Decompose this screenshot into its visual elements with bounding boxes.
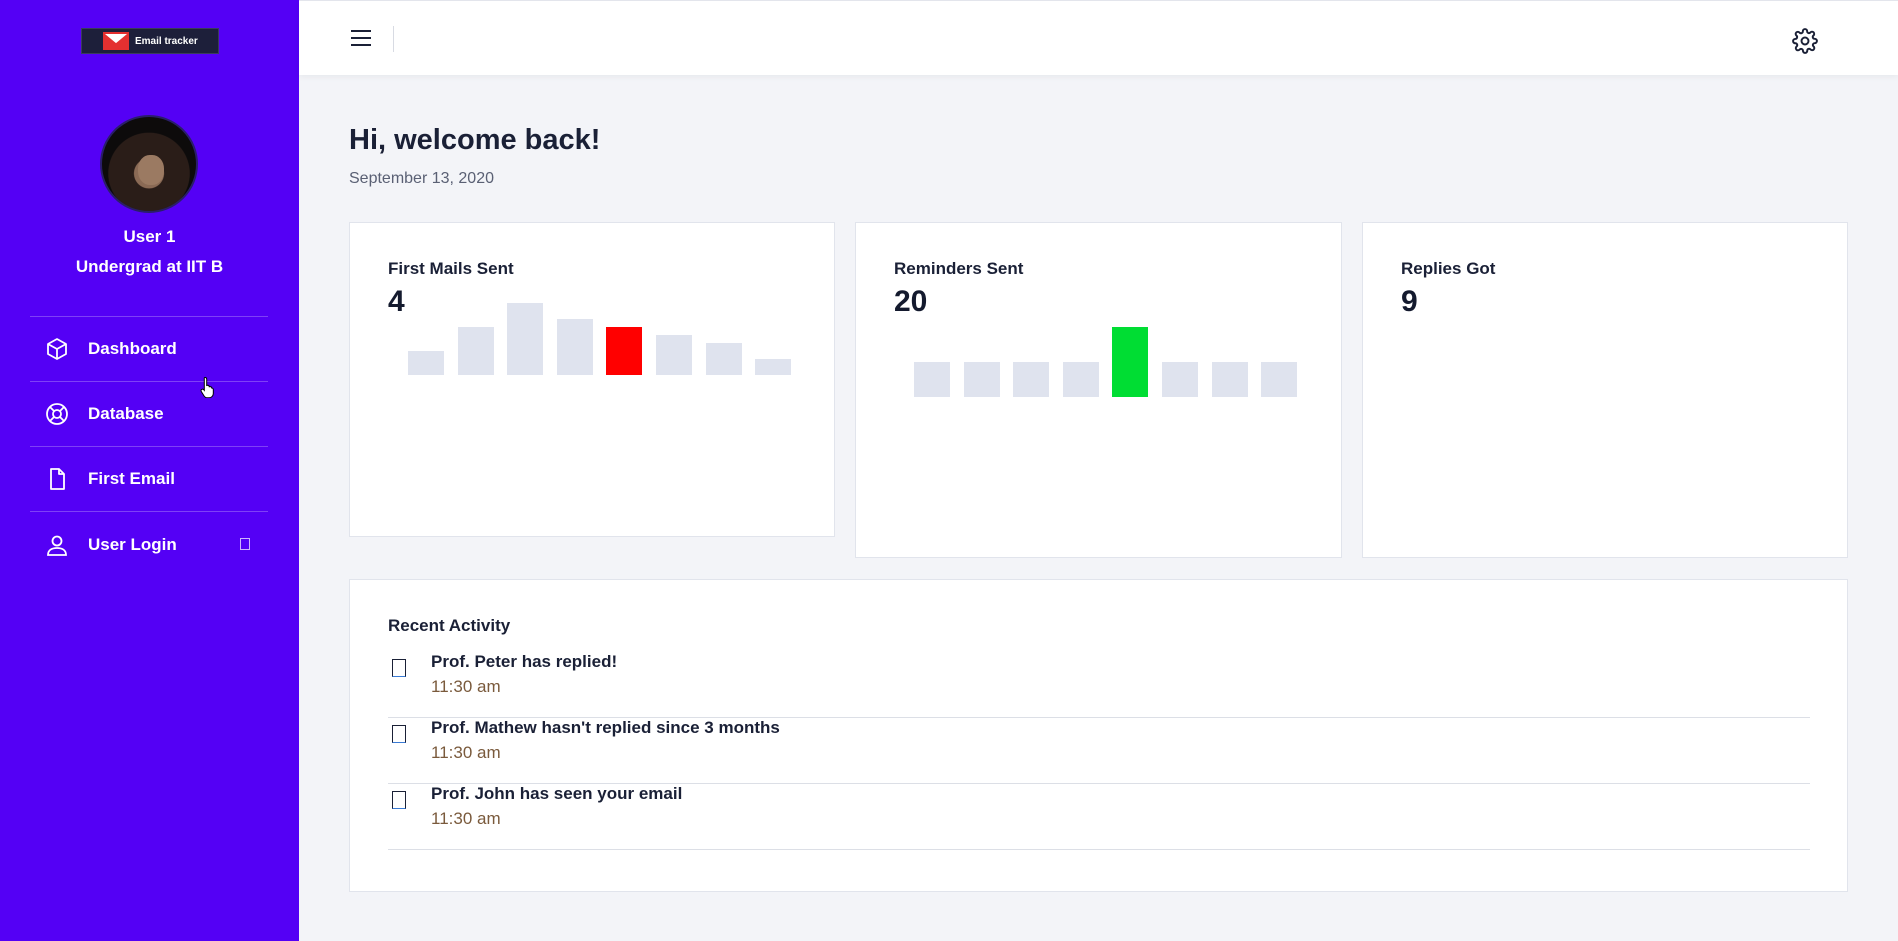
chart-bar	[1161, 362, 1198, 397]
sidebar: Email tracker User 1 Undergrad at IIT B …	[0, 0, 299, 941]
envelope-icon	[103, 32, 129, 50]
stat-card-reminders: Reminders Sent 20	[855, 222, 1342, 558]
chart-bar	[705, 343, 742, 375]
sidebar-nav: Dashboard Database First Email User Logi…	[30, 316, 268, 577]
chart-bar	[507, 303, 544, 375]
sidebar-item-database[interactable]: Database	[30, 382, 268, 447]
chart-bar	[1112, 327, 1149, 397]
chart-bar	[914, 362, 950, 397]
card-value: 20	[894, 285, 928, 318]
box-icon	[44, 336, 70, 362]
panel-title: Recent Activity	[388, 616, 511, 635]
menu-icon[interactable]	[351, 30, 371, 46]
list-item[interactable]: Prof. John has seen your email 11:30 am	[388, 784, 1810, 850]
activity-time: 11:30 am	[431, 677, 501, 696]
phone-icon	[392, 725, 406, 743]
chart-bar	[963, 362, 1000, 397]
user-icon	[44, 532, 70, 558]
chart-bar	[655, 335, 692, 375]
user-title: Undergrad at IIT B	[75, 257, 224, 276]
list-item[interactable]: Prof. Peter has replied! 11:30 am	[388, 652, 1810, 718]
stat-card-replies: Replies Got 9	[1362, 222, 1848, 558]
file-icon	[44, 466, 70, 492]
avatar	[100, 115, 198, 213]
card-title: First Mails Sent	[388, 259, 514, 278]
chart-bar	[1261, 362, 1298, 397]
gear-icon[interactable]	[1792, 28, 1818, 54]
page-title: Hi, welcome back!	[349, 124, 601, 156]
chart-bar	[606, 327, 643, 375]
phone-icon	[392, 659, 406, 677]
sidebar-item-label: User Login	[88, 534, 177, 554]
top-bar	[299, 0, 1898, 75]
chart-bar	[1062, 362, 1099, 397]
sidebar-item-dashboard[interactable]: Dashboard	[30, 317, 268, 382]
lifebuoy-icon	[44, 401, 70, 427]
sidebar-item-label: Dashboard	[88, 339, 177, 358]
logo-text: Email tracker	[135, 35, 198, 47]
app-logo[interactable]: Email tracker	[81, 28, 219, 54]
activity-list: Prof. Peter has replied! 11:30 am Prof. …	[388, 652, 1810, 850]
sidebar-item-first-email[interactable]: First Email	[30, 447, 268, 512]
card-value: 9	[1401, 285, 1418, 318]
submenu-indicator-icon[interactable]	[240, 538, 250, 550]
sidebar-item-label: First Email	[88, 469, 175, 488]
recent-activity-panel: Recent Activity Prof. Peter has replied!…	[349, 579, 1848, 892]
chart-bar	[1211, 362, 1248, 397]
sidebar-item-user-login[interactable]: User Login	[30, 512, 268, 577]
card-value: 4	[388, 285, 405, 318]
chart-bar	[457, 327, 494, 375]
list-item[interactable]: Prof. Mathew hasn't replied since 3 mont…	[388, 718, 1810, 784]
chart-bar	[556, 319, 593, 375]
current-date: September 13, 2020	[349, 170, 494, 187]
chart-bar	[755, 359, 792, 375]
phone-icon	[392, 791, 406, 809]
chart-bar	[408, 351, 444, 375]
activity-text: Prof. John has seen your email	[431, 784, 683, 803]
card-title: Replies Got	[1401, 259, 1496, 278]
user-name: User 1	[123, 227, 176, 246]
activity-time: 11:30 am	[431, 809, 501, 828]
activity-time: 11:30 am	[431, 743, 501, 762]
bar-chart-first-mails	[408, 303, 794, 375]
activity-text: Prof. Peter has replied!	[431, 652, 618, 671]
chart-bar	[1013, 362, 1050, 397]
card-title: Reminders Sent	[894, 259, 1024, 278]
mouse-cursor-icon	[200, 376, 214, 398]
stat-card-first-mails: First Mails Sent 4	[349, 222, 835, 537]
activity-text: Prof. Mathew hasn't replied since 3 mont…	[431, 718, 780, 737]
sidebar-item-label: Database	[88, 404, 164, 423]
divider	[393, 26, 394, 52]
bar-chart-reminders	[914, 327, 1300, 397]
